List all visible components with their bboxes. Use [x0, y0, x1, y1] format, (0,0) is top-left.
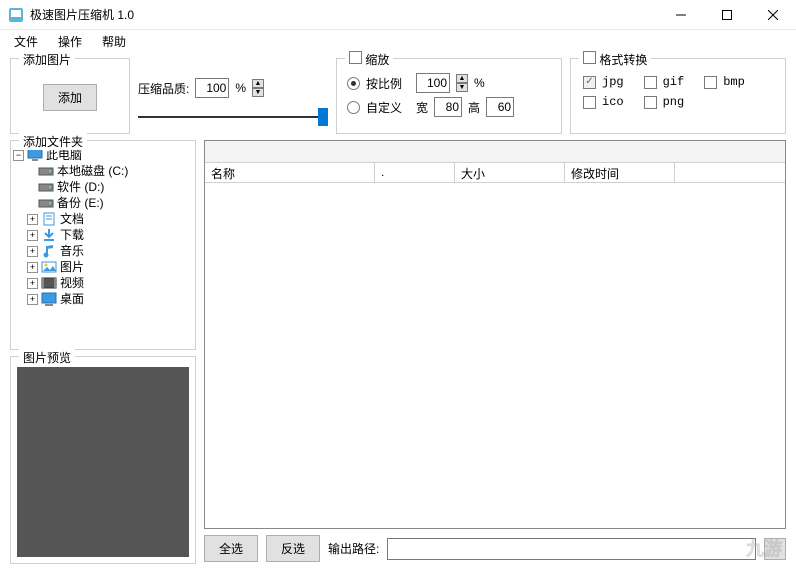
expand-icon[interactable]: + [27, 230, 38, 241]
col-spacer [675, 163, 785, 182]
gif-checkbox[interactable] [644, 76, 657, 89]
ratio-unit: % [474, 76, 485, 90]
quality-input[interactable] [195, 78, 229, 98]
gif-label: gif [663, 75, 685, 89]
add-button[interactable]: 添加 [43, 84, 97, 111]
tree-item[interactable]: 本地磁盘 (C:) [13, 163, 193, 179]
tree-item[interactable]: +文档 [13, 211, 193, 227]
close-button[interactable] [750, 0, 796, 30]
preview-group: 图片预览 [10, 356, 196, 564]
tree-item[interactable]: 备份 (E:) [13, 195, 193, 211]
height-label: 高 [468, 99, 480, 116]
quality-spinner[interactable]: ▲▼ [252, 79, 264, 97]
quality-label: 压缩品质: [138, 80, 189, 97]
png-label: png [663, 95, 685, 109]
tree-item[interactable]: +音乐 [13, 243, 193, 259]
png-checkbox[interactable] [644, 96, 657, 109]
custom-radio[interactable] [347, 101, 360, 114]
music-icon [41, 244, 57, 258]
quality-unit: % [235, 81, 246, 95]
expand-icon[interactable]: + [27, 262, 38, 273]
tree-item[interactable]: +视频 [13, 275, 193, 291]
output-path-label: 输出路径: [328, 540, 379, 557]
spin-down-icon[interactable]: ▼ [252, 88, 264, 97]
jpg-checkbox[interactable] [583, 76, 596, 89]
tree-item[interactable]: 软件 (D:) [13, 179, 193, 195]
ratio-radio[interactable] [347, 77, 360, 90]
output-path-input[interactable] [387, 538, 756, 560]
collapse-icon[interactable]: − [13, 150, 24, 161]
bottom-bar: 全选 反选 输出路径: [204, 529, 786, 564]
format-checkbox[interactable] [583, 51, 596, 64]
ratio-spinner[interactable]: ▲▼ [456, 74, 468, 92]
drive-icon [38, 180, 54, 194]
add-image-group: 添加图片 添加 [10, 58, 130, 134]
ico-label: ico [602, 95, 624, 109]
expand-icon[interactable]: + [27, 246, 38, 257]
preview-legend: 图片预览 [19, 349, 75, 366]
jpg-label: jpg [602, 75, 624, 89]
invert-select-button[interactable]: 反选 [266, 535, 320, 562]
ico-checkbox[interactable] [583, 96, 596, 109]
expand-icon[interactable]: + [27, 278, 38, 289]
image-icon [41, 260, 57, 274]
file-list[interactable]: 名称 . 大小 修改时间 [204, 140, 786, 529]
col-mtime[interactable]: 修改时间 [565, 163, 675, 182]
maximize-button[interactable] [704, 0, 750, 30]
ratio-label: 按比例 [366, 75, 402, 92]
col-ext[interactable]: . [375, 163, 455, 182]
list-toolbar [205, 141, 785, 163]
pc-icon [27, 148, 43, 162]
format-legend: 格式转换 [599, 53, 647, 67]
format-group: 格式转换 jpg gif bmp ico png [570, 58, 786, 134]
scale-legend: 缩放 [365, 53, 389, 67]
bmp-checkbox[interactable] [704, 76, 717, 89]
watermark: 九游 [718, 529, 796, 568]
column-headers: 名称 . 大小 修改时间 [205, 163, 785, 183]
col-size[interactable]: 大小 [455, 163, 565, 182]
svg-text:九游: 九游 [745, 538, 782, 559]
scale-group: 缩放 按比例 ▲▼ % 自定义 宽 高 [336, 58, 562, 134]
drive-icon [38, 196, 54, 210]
tree-item[interactable]: +桌面 [13, 291, 193, 307]
menu-help[interactable]: 帮助 [94, 31, 134, 52]
download-icon [41, 228, 57, 242]
menu-operation[interactable]: 操作 [50, 31, 90, 52]
doc-icon [41, 212, 57, 226]
folder-tree[interactable]: −此电脑本地磁盘 (C:)软件 (D:)备份 (E:)+文档+下载+音乐+图片+… [13, 147, 193, 307]
drive-icon [38, 164, 54, 178]
app-icon [8, 7, 24, 23]
desktop-icon [41, 292, 57, 306]
tree-item[interactable]: +图片 [13, 259, 193, 275]
ratio-input[interactable] [416, 73, 450, 93]
select-all-button[interactable]: 全选 [204, 535, 258, 562]
bmp-label: bmp [723, 75, 745, 89]
expand-icon[interactable]: + [27, 294, 38, 305]
folder-tree-group: 添加文件夹 −此电脑本地磁盘 (C:)软件 (D:)备份 (E:)+文档+下载+… [10, 140, 196, 350]
add-image-legend: 添加图片 [19, 51, 75, 68]
width-label: 宽 [416, 99, 428, 116]
width-input[interactable] [434, 97, 462, 117]
window-title: 极速图片压缩机 1.0 [30, 6, 658, 23]
quality-slider[interactable] [138, 116, 328, 118]
video-icon [41, 276, 57, 290]
custom-label: 自定义 [366, 99, 402, 116]
expand-icon[interactable]: + [27, 214, 38, 225]
col-name[interactable]: 名称 [205, 163, 375, 182]
menu-file[interactable]: 文件 [6, 31, 46, 52]
menubar: 文件 操作 帮助 [0, 30, 796, 52]
list-body [205, 183, 785, 528]
spin-up-icon[interactable]: ▲ [252, 79, 264, 88]
minimize-button[interactable] [658, 0, 704, 30]
tree-item[interactable]: +下载 [13, 227, 193, 243]
folder-tree-legend: 添加文件夹 [19, 133, 87, 150]
scale-checkbox[interactable] [349, 51, 362, 64]
height-input[interactable] [486, 97, 514, 117]
preview-area [17, 367, 189, 557]
titlebar: 极速图片压缩机 1.0 [0, 0, 796, 30]
quality-group: 压缩品质: % ▲▼ [138, 58, 328, 134]
